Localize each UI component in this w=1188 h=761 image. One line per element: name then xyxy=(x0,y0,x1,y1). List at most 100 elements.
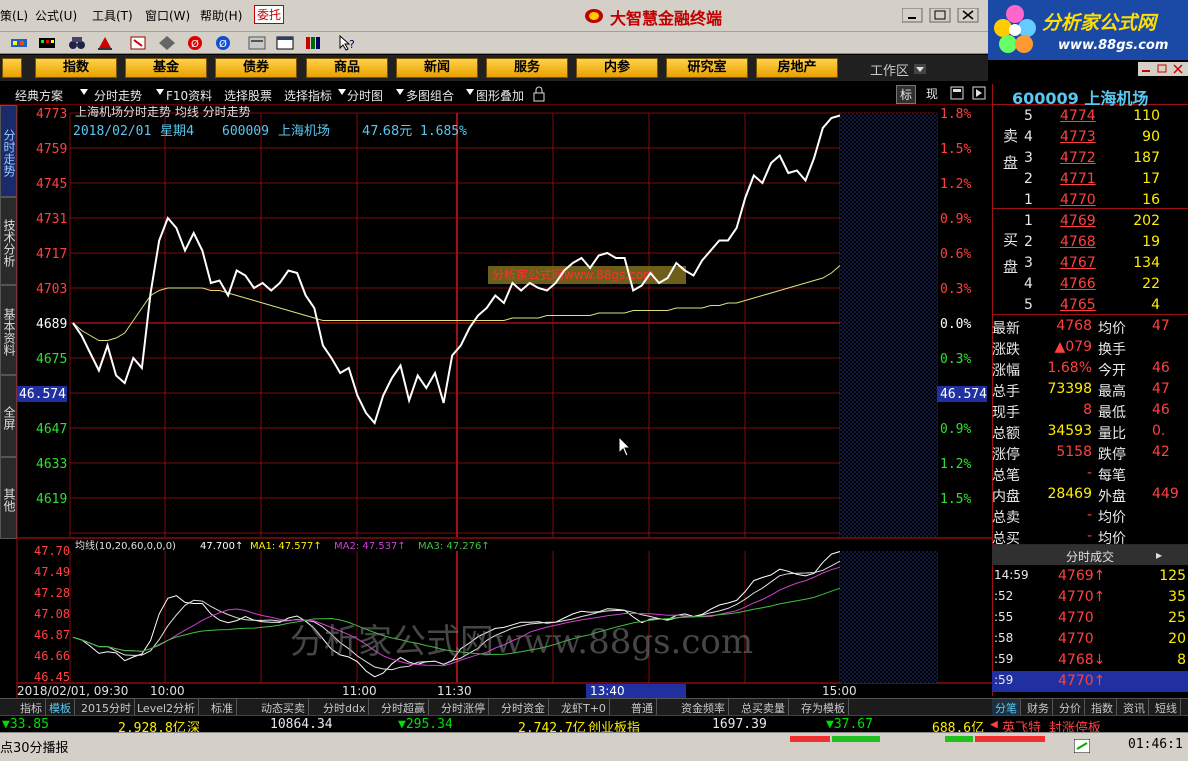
now-button[interactable]: 现 xyxy=(926,85,938,102)
scheme-button[interactable]: 经典方案 xyxy=(15,87,63,104)
tick-cell: 8 xyxy=(1177,652,1186,668)
indicator-tab[interactable]: 动态买卖 xyxy=(258,699,309,715)
category-index[interactable]: 指数 xyxy=(35,58,117,78)
sell-level-3[interactable]: 3 4772 187 xyxy=(992,148,1188,169)
buy-level-5[interactable]: 5 4765 4 xyxy=(992,295,1188,316)
detail-tab[interactable]: 指数 xyxy=(1088,699,1117,715)
sell-level-2[interactable]: 2 4771 17 xyxy=(992,169,1188,190)
indicator-tab[interactable]: 龙虾T+0 xyxy=(558,699,610,715)
workspace-dropdown-icon[interactable] xyxy=(914,64,926,74)
stat-key: 内盘 xyxy=(992,489,1020,505)
indicator-tab[interactable]: 普通 xyxy=(628,699,657,715)
indicator-tab[interactable]: 资金频率 xyxy=(678,699,729,715)
stat-key-2: 均价 xyxy=(1098,510,1126,526)
category-service[interactable]: 服务 xyxy=(486,58,568,78)
blue-circle-icon[interactable]: Ø xyxy=(214,35,232,51)
left-axis-label: 4703 xyxy=(36,282,67,297)
dropdown-icon[interactable] xyxy=(80,89,88,95)
sell-level-5[interactable]: 5 4774 110 xyxy=(992,106,1188,127)
indicator-tab[interactable]: 标准 xyxy=(208,699,237,715)
menu-bar: 策(L) 公式(U) 工具(T) 窗口(W) 帮助(H) 委托 大智慧金融终端 … xyxy=(0,0,1188,60)
ticker-v1: ▼33.85 xyxy=(2,717,49,732)
books-icon[interactable] xyxy=(304,35,322,51)
mark-button[interactable]: 标 xyxy=(896,85,917,104)
right-axis-label: 1.5% xyxy=(940,492,971,507)
layout-icon[interactable] xyxy=(248,35,266,51)
dropdown-icon[interactable] xyxy=(338,89,346,95)
indicator-tab[interactable]: 分时超赢 xyxy=(378,699,429,715)
right-axis-label: 0.9% xyxy=(940,422,971,437)
category-insider[interactable]: 内参 xyxy=(576,58,658,78)
category-realestate[interactable]: 房地产 xyxy=(756,58,838,78)
multi-chart-button[interactable]: 多图组合 xyxy=(406,87,454,104)
category-news[interactable]: 新闻 xyxy=(396,58,478,78)
buy-level-3[interactable]: 3 4767 134 xyxy=(992,253,1188,274)
buy-level-1[interactable]: 1 4769 202 xyxy=(992,211,1188,232)
indicator-tab[interactable]: 存为模板 xyxy=(798,699,849,715)
detail-tab[interactable]: 财务 xyxy=(1024,699,1053,715)
dropdown-icon[interactable] xyxy=(466,89,474,95)
category-left-button[interactable] xyxy=(2,58,22,78)
ticker-icon[interactable] xyxy=(10,35,28,51)
binoculars-icon[interactable] xyxy=(68,35,86,51)
indicator-tab[interactable]: 模板 xyxy=(46,699,75,715)
intraday-button[interactable]: 分时走势 xyxy=(94,87,142,104)
indicator-tab[interactable]: 总买卖量 xyxy=(738,699,789,715)
next-icon[interactable] xyxy=(972,86,986,100)
indicator-tab[interactable]: 2015分时 xyxy=(78,699,135,715)
tick-cell: 4770↑ xyxy=(1058,673,1106,689)
indicator-tab[interactable]: 指标 xyxy=(17,699,46,715)
sell-level-4[interactable]: 4 4773 90 xyxy=(992,127,1188,148)
card-icon[interactable] xyxy=(130,35,148,51)
diamond-icon[interactable] xyxy=(158,35,176,51)
volume: 90 xyxy=(1142,129,1160,145)
volume: 187 xyxy=(1133,150,1160,166)
stat-value: - xyxy=(1086,507,1092,523)
select-indicator-button[interactable]: 选择指标 xyxy=(284,87,332,104)
maximize-icon[interactable] xyxy=(950,86,964,100)
menu-strategy[interactable]: 策(L) xyxy=(0,7,28,24)
detail-tab[interactable]: 资讯 xyxy=(1120,699,1149,715)
window-icon[interactable] xyxy=(276,35,294,51)
overlay-button[interactable]: 图形叠加 xyxy=(476,87,524,104)
detail-tab[interactable]: 短线 xyxy=(1152,699,1181,715)
right-axis-label: 1.2% xyxy=(940,177,971,192)
f10-button[interactable]: F10资料 xyxy=(166,87,212,104)
dropdown-icon[interactable] xyxy=(396,89,404,95)
detail-tab[interactable]: 分笔 xyxy=(992,699,1021,715)
red-circle-icon[interactable]: Ø xyxy=(186,35,204,51)
help-cursor-icon[interactable]: ? xyxy=(338,35,356,51)
time-label-start: 2018/02/01, 09:30 xyxy=(17,684,128,698)
menu-formula[interactable]: 公式(U) xyxy=(35,7,77,24)
grid-icon[interactable] xyxy=(38,35,56,51)
menu-entrust-tab[interactable]: 委托 xyxy=(254,5,285,24)
select-stock-button[interactable]: 选择股票 xyxy=(224,87,272,104)
category-research[interactable]: 研究室 xyxy=(666,58,748,78)
dropdown-icon[interactable] xyxy=(156,89,164,95)
left-axis-label: 46.574 xyxy=(19,387,66,402)
buy-level-2[interactable]: 2 4768 19 xyxy=(992,232,1188,253)
lock-icon[interactable] xyxy=(532,86,546,102)
intraday-chart[interactable]: 上海机场分时走势 均线 分时走势 2018/02/01 星期4 600009 上… xyxy=(0,105,992,698)
volume: 202 xyxy=(1133,213,1160,229)
indicator-tab[interactable]: Level2分析 xyxy=(134,699,200,715)
panel-window-controls[interactable] xyxy=(1138,62,1188,76)
indicator-tab[interactable]: 分时资金 xyxy=(498,699,549,715)
workspace-label[interactable]: 工作区 xyxy=(870,60,909,79)
menu-help[interactable]: 帮助(H) xyxy=(200,7,242,24)
indicator-tab[interactable]: 分时ddx xyxy=(320,699,370,715)
detail-tab[interactable]: 分价 xyxy=(1056,699,1085,715)
menu-tools[interactable]: 工具(T) xyxy=(92,7,133,24)
category-fund[interactable]: 基金 xyxy=(125,58,207,78)
menu-window[interactable]: 窗口(W) xyxy=(145,7,190,24)
stat-value: 1.68% xyxy=(1047,360,1092,376)
buy-level-4[interactable]: 4 4766 22 xyxy=(992,274,1188,295)
stat-row: 总卖 - 均价 xyxy=(992,505,1188,526)
category-bond[interactable]: 债券 xyxy=(215,58,297,78)
sell-level-1[interactable]: 1 4770 16 xyxy=(992,190,1188,211)
intraday-chart-button[interactable]: 分时图 xyxy=(347,87,383,104)
alarm-icon[interactable] xyxy=(96,35,114,51)
indicator-tab[interactable]: 分时涨停 xyxy=(438,699,489,715)
category-commodity[interactable]: 商品 xyxy=(306,58,388,78)
ticks-next-icon[interactable]: ▸ xyxy=(1156,548,1162,562)
